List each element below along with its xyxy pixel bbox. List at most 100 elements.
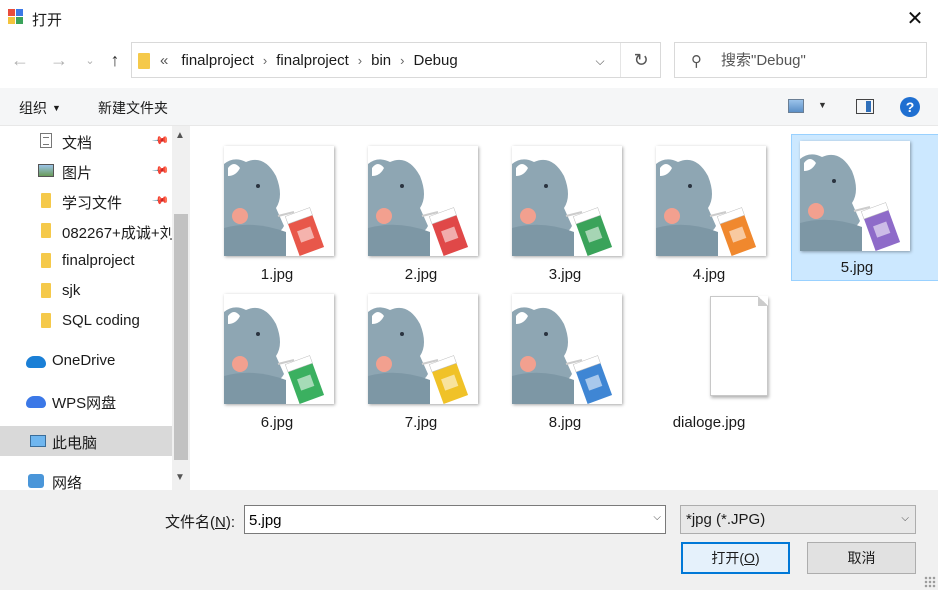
breadcrumb-item[interactable]: Debug (414, 52, 458, 69)
sidebar-item-study-files[interactable]: 学习文件 📌 (0, 186, 172, 216)
sidebar-item-label: 文档 (62, 135, 93, 152)
sidebar-item-folder[interactable]: 082267+成诚+刘 (0, 216, 172, 246)
scrollbar-thumb[interactable] (174, 214, 188, 460)
scroll-down-icon[interactable]: ▼ (175, 472, 185, 483)
image-thumbnail (368, 294, 478, 404)
chevron-down-icon[interactable]: ⌵ (653, 512, 661, 523)
sidebar-item-this-pc[interactable]: 此电脑 (0, 426, 172, 456)
organize-label: 组织 (19, 100, 47, 116)
close-button[interactable]: ✕ (892, 0, 938, 36)
file-list: 1.jpg 2.jpg 3.jpg 4.jpg 5.jpg 6.jpg 7.jpg 8.jpg… (190, 126, 938, 490)
file-name: 6.jpg (260, 414, 294, 431)
sidebar-item-onedrive[interactable]: OneDrive (0, 346, 172, 376)
resize-grip-icon[interactable] (924, 576, 936, 588)
file-item[interactable]: 2.jpg (354, 140, 478, 286)
file-item[interactable]: 6.jpg (210, 288, 334, 434)
sidebar-item-label: SQL coding (62, 312, 140, 329)
file-item[interactable]: dialoge.jpg (642, 288, 768, 434)
cancel-button[interactable]: 取消 (807, 542, 916, 574)
app-icon (8, 9, 24, 25)
sidebar-item-label: OneDrive (52, 352, 116, 369)
back-button[interactable]: ← (8, 48, 32, 72)
search-icon: ⚲ (691, 53, 702, 70)
sidebar-scrollbar[interactable]: ▲ ▼ (172, 126, 190, 490)
file-name: 3.jpg (548, 266, 582, 283)
arrow-left-icon: ← (11, 49, 29, 70)
sidebar-item-finalproject[interactable]: finalproject (0, 246, 172, 276)
file-name: 1.jpg (260, 266, 294, 283)
chevron-right-icon[interactable]: › (400, 53, 404, 68)
sidebar-item-label: 学习文件 (62, 195, 123, 212)
sidebar-item-label: WPS网盘 (52, 395, 117, 412)
image-thumbnail (512, 294, 622, 404)
image-thumbnail (512, 146, 622, 256)
forward-button[interactable]: → (47, 48, 71, 72)
open-button[interactable]: 打开(O) (681, 542, 790, 574)
view-options-caret-icon[interactable]: ▼ (818, 100, 827, 110)
window-title: 打开 (32, 12, 63, 29)
filetype-select[interactable]: *jpg (*.JPG) ⌵ (680, 505, 916, 534)
sidebar-item-pictures[interactable]: 图片 📌 (0, 156, 172, 186)
refresh-button[interactable]: ↻ (620, 43, 661, 77)
file-name: 2.jpg (404, 266, 438, 283)
pin-icon: 📌 (151, 161, 170, 180)
sidebar-item-label: sjk (62, 282, 81, 299)
file-item[interactable]: 4.jpg (642, 140, 766, 286)
breadcrumb-item[interactable]: finalproject (181, 52, 254, 69)
pin-icon: 📌 (151, 131, 170, 150)
file-item[interactable]: 7.jpg (354, 288, 478, 434)
sidebar-item-wps-cloud[interactable]: WPS网盘 (0, 386, 172, 416)
filename-field[interactable] (249, 510, 639, 530)
recent-locations-button[interactable]: ⌄ (78, 48, 102, 72)
file-name: 4.jpg (692, 266, 726, 283)
chevron-right-icon[interactable]: › (358, 53, 362, 68)
file-item[interactable]: 3.jpg (498, 140, 622, 286)
command-bar: 组织 ▼ 新建文件夹 ▼ ? (0, 88, 938, 126)
breadcrumb: « finalproject › finalproject › bin › De… (160, 52, 458, 69)
filename-combobox[interactable]: ⌵ (244, 505, 666, 534)
new-folder-button[interactable]: 新建文件夹 (98, 98, 168, 118)
scroll-up-icon[interactable]: ▲ (175, 130, 185, 141)
sidebar-item-sql-coding[interactable]: SQL coding (0, 306, 172, 336)
file-item[interactable]: 5.jpg (791, 134, 938, 281)
change-view-icon[interactable] (788, 99, 804, 113)
blank-image-icon (710, 296, 768, 396)
search-input[interactable] (721, 50, 916, 70)
sidebar-item-sjk[interactable]: sjk (0, 276, 172, 306)
refresh-icon: ↻ (633, 49, 649, 70)
picture-icon (38, 164, 54, 177)
this-pc-icon (30, 435, 46, 447)
folder-icon (41, 193, 51, 208)
address-dropdown-button[interactable]: ⌵ (588, 49, 612, 73)
file-item[interactable]: 1.jpg (210, 140, 334, 286)
title-bar: 打开 ✕ (0, 0, 938, 36)
dialog-footer: 文件名(N): ⌵ *jpg (*.JPG) ⌵ 打开(O) 取消 (0, 490, 938, 590)
sidebar-item-label: 网络 (52, 475, 83, 490)
breadcrumb-item[interactable]: finalproject (276, 52, 349, 69)
sidebar-item-network[interactable]: 网络 (0, 466, 172, 490)
preview-pane-icon[interactable] (856, 99, 874, 114)
up-button[interactable]: ↑ (103, 48, 127, 72)
breadcrumb-overflow[interactable]: « (160, 52, 168, 69)
address-bar[interactable]: « finalproject › finalproject › bin › De… (131, 42, 661, 78)
folder-icon (41, 223, 51, 238)
close-icon: ✕ (906, 7, 924, 30)
help-icon[interactable]: ? (900, 97, 920, 117)
image-thumbnail (656, 146, 766, 256)
document-icon (40, 133, 52, 148)
folder-icon (41, 313, 51, 328)
onedrive-icon (26, 356, 46, 368)
breadcrumb-item[interactable]: bin (371, 52, 391, 69)
search-box[interactable]: ⚲ (674, 42, 927, 78)
chevron-right-icon[interactable]: › (263, 53, 267, 68)
chevron-down-icon: ⌵ (901, 513, 909, 524)
organize-button[interactable]: 组织 ▼ (19, 98, 61, 118)
file-name: dialoge.jpg (672, 414, 746, 431)
sidebar-item-label: 此电脑 (52, 435, 98, 452)
caret-down-icon: ▼ (52, 103, 61, 113)
chevron-down-icon: ⌄ (85, 54, 95, 67)
file-item[interactable]: 8.jpg (498, 288, 622, 434)
arrow-right-icon: → (50, 49, 68, 70)
image-thumbnail (368, 146, 478, 256)
sidebar-item-documents[interactable]: 文档 📌 (0, 126, 172, 156)
